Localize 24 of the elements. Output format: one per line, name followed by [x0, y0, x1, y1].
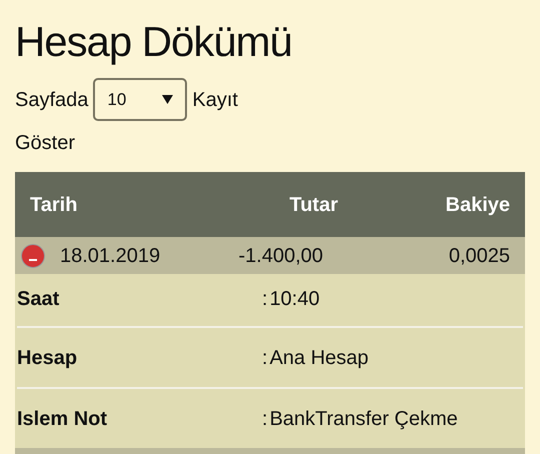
- page-size-label: Kayıt: [192, 88, 238, 112]
- table-cell-text: -1.400,00: [237, 244, 323, 268]
- detail-label: Saat: [17, 287, 60, 312]
- page-size-label: Sayfada: [15, 88, 88, 112]
- detail-label: Islem Not: [17, 406, 108, 432]
- caret-icon: [162, 95, 174, 104]
- minus-icon: [29, 258, 37, 260]
- detail-value: Ana Hesap: [270, 346, 369, 370]
- detail-value: BankTransfer Çekme: [270, 406, 458, 432]
- column-header: Bakiye: [444, 192, 510, 218]
- column-header: Tarih: [30, 192, 78, 218]
- table-cell-text: 18.01.2019: [59, 244, 162, 268]
- separator: :: [262, 287, 268, 312]
- detail-label: Hesap: [17, 346, 78, 370]
- detail-value: 10:40: [270, 287, 320, 312]
- table-row[interactable]: 18.01.2019 -1.400,00 0,0025: [15, 237, 525, 274]
- collapse-button[interactable]: [21, 244, 45, 268]
- page-size-select[interactable]: 10: [93, 78, 188, 121]
- column-header: Tutar: [288, 192, 338, 218]
- separator: :: [262, 346, 268, 370]
- page-size-label: Göster: [15, 131, 76, 156]
- table-cell-text: 0,0025: [448, 244, 510, 268]
- separator: :: [262, 406, 268, 432]
- page-title: Hesap Dökümü: [15, 17, 292, 67]
